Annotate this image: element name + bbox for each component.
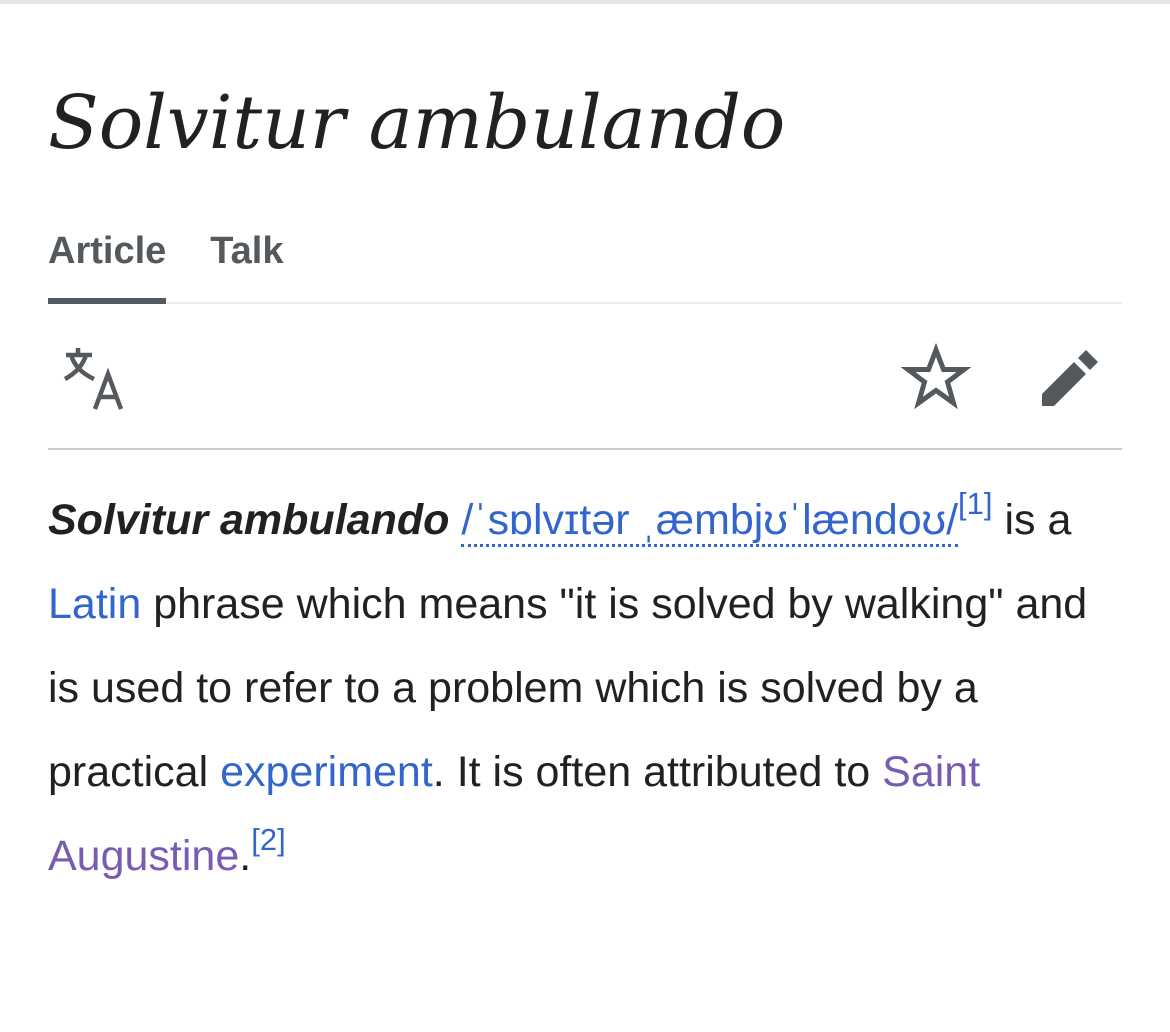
edit-button[interactable] [1034, 342, 1106, 414]
reference-2-link[interactable]: [2] [251, 822, 285, 857]
page-tabs: Article Talk [48, 226, 1122, 304]
top-divider [0, 0, 1170, 4]
article-term: Solvitur ambulando [48, 496, 450, 544]
tab-article[interactable]: Article [48, 226, 167, 304]
article-lead-paragraph: Solvitur ambulando /ˈsɒlvɪtər ˌæmbjʊˈlæn… [48, 478, 1128, 898]
link-latin[interactable]: Latin [48, 580, 141, 628]
language-button[interactable] [62, 342, 134, 414]
star-outline-icon [900, 343, 972, 410]
translate-icon [63, 348, 124, 410]
reference-1-link[interactable]: [1] [958, 486, 992, 521]
article-text-c: . It is often attributed to [432, 748, 883, 796]
article-text-a: is a [992, 496, 1072, 544]
watch-star-button[interactable] [900, 342, 972, 414]
link-experiment[interactable]: experiment [220, 748, 433, 796]
pencil-icon [1042, 350, 1098, 406]
ipa-part-1: /ˈsɒlvɪtər [461, 496, 630, 544]
ipa-pronunciation-link[interactable]: /ˈsɒlvɪtər ˌæmbjʊˈlændoʊ/ [461, 496, 959, 547]
reference-1: [1] [958, 486, 992, 521]
tab-talk[interactable]: Talk [210, 226, 283, 302]
page-title: Solvitur ambulando [48, 80, 786, 166]
reference-2: [2] [251, 822, 285, 857]
ipa-part-2: ˌæmbjʊˈlændoʊ/ [641, 496, 959, 544]
article-text-d: . [239, 832, 252, 880]
page-actions-toolbar [48, 304, 1122, 450]
